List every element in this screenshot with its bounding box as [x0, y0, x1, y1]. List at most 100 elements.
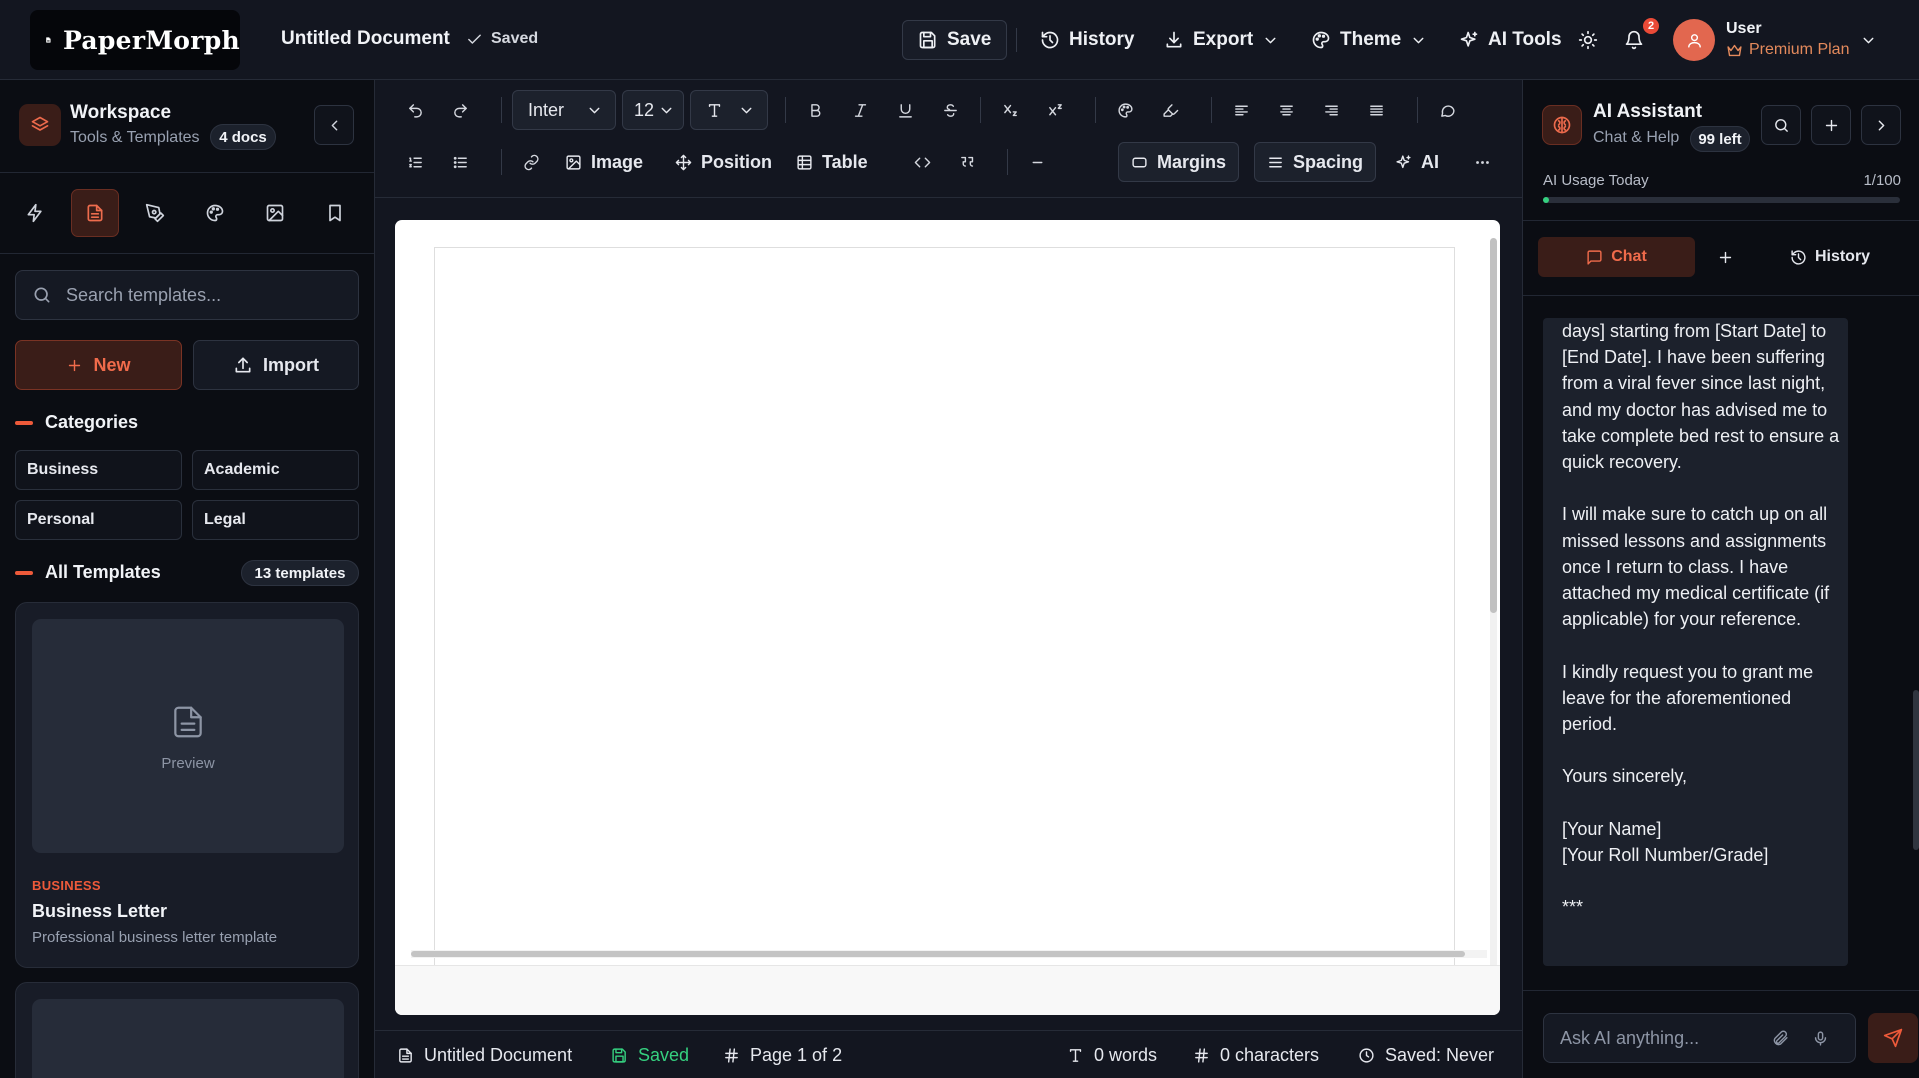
- tab-chat[interactable]: Chat: [1538, 237, 1695, 277]
- text-style-select[interactable]: [690, 90, 768, 130]
- chevron-down-icon: [589, 107, 600, 113]
- insert-table-button[interactable]: Table: [796, 142, 868, 182]
- font-size-select[interactable]: 12: [622, 90, 684, 130]
- superscript-button[interactable]: [1038, 93, 1072, 127]
- align-left-button[interactable]: [1224, 93, 1258, 127]
- subscript-button[interactable]: [993, 93, 1027, 127]
- chat-scrollbar[interactable]: [1913, 690, 1919, 850]
- strikethrough-icon: [943, 103, 957, 117]
- margins-button[interactable]: Margins: [1118, 142, 1240, 182]
- code-button[interactable]: [905, 145, 939, 179]
- avatar[interactable]: [1673, 19, 1715, 61]
- ai-new-chat-button[interactable]: [1811, 105, 1851, 145]
- redo-button[interactable]: [443, 93, 477, 127]
- tab-quick-actions[interactable]: [11, 189, 59, 237]
- tab-templates[interactable]: [71, 189, 119, 237]
- notifications-button[interactable]: [1624, 20, 1644, 60]
- category-academic[interactable]: Academic: [192, 450, 359, 490]
- link-button[interactable]: [514, 145, 548, 179]
- category-business[interactable]: Business: [15, 450, 182, 490]
- tab-styles[interactable]: [131, 189, 179, 237]
- spacing-label: Spacing: [1293, 151, 1364, 172]
- more-horizontal-icon: [1475, 160, 1489, 164]
- search-icon: [1774, 118, 1788, 132]
- position-button[interactable]: Position: [675, 142, 772, 182]
- theme-toggle-button[interactable]: [1578, 20, 1598, 60]
- undo-button[interactable]: [398, 93, 432, 127]
- left-sidebar: Workspace Tools & Templates 4 docs Searc…: [0, 80, 375, 1078]
- ai-search-button[interactable]: [1761, 105, 1801, 145]
- bullet-list-button[interactable]: [443, 145, 477, 179]
- document-title[interactable]: Untitled Document: [281, 28, 450, 50]
- status-characters: 0 characters: [1193, 1045, 1319, 1066]
- user-menu-button[interactable]: [1860, 20, 1877, 60]
- quote-icon: [960, 156, 973, 167]
- tab-images[interactable]: [251, 189, 299, 237]
- image-label: Image: [591, 151, 644, 172]
- horizontal-scrollbar[interactable]: [411, 950, 1487, 958]
- template-title: Business Letter: [32, 901, 168, 921]
- bold-button[interactable]: [798, 93, 832, 127]
- ask-ai-input[interactable]: Ask AI anything...: [1543, 1013, 1856, 1063]
- paperclip-icon[interactable]: [1772, 1030, 1789, 1047]
- import-button[interactable]: Import: [193, 340, 359, 390]
- template-card[interactable]: [15, 982, 359, 1078]
- more-options-button[interactable]: [1465, 145, 1499, 179]
- numbered-list-button[interactable]: [398, 145, 432, 179]
- export-label: Export: [1193, 29, 1254, 50]
- vertical-scrollbar[interactable]: [1490, 238, 1497, 968]
- add-chat-tab-button[interactable]: [1705, 237, 1745, 277]
- document-page[interactable]: [395, 220, 1500, 1015]
- ai-assist-button[interactable]: AI: [1395, 142, 1439, 182]
- send-button[interactable]: [1868, 1013, 1918, 1063]
- justify-button[interactable]: [1359, 93, 1393, 127]
- redo-icon: [453, 103, 467, 118]
- tab-history[interactable]: History: [1755, 237, 1905, 277]
- status-bar: Untitled Document Saved Page 1 of 2 0 wo…: [375, 1030, 1522, 1078]
- category-legal[interactable]: Legal: [192, 500, 359, 540]
- line-spacing-icon: [1269, 157, 1282, 167]
- microphone-icon[interactable]: [1812, 1030, 1829, 1047]
- scroll-thumb[interactable]: [1490, 238, 1497, 613]
- user-plan: Premium Plan: [1726, 41, 1849, 59]
- horizontal-rule-button[interactable]: [1020, 145, 1054, 179]
- align-center-button[interactable]: [1269, 93, 1303, 127]
- quote-button[interactable]: [950, 145, 984, 179]
- spacing-button[interactable]: Spacing: [1254, 142, 1377, 182]
- ai-usage-bar: [1543, 197, 1900, 203]
- align-right-button[interactable]: [1314, 93, 1348, 127]
- comment-button[interactable]: [1430, 93, 1464, 127]
- save-button[interactable]: Save: [902, 20, 1008, 60]
- user-name[interactable]: User: [1726, 20, 1762, 38]
- highlight-button[interactable]: [1153, 93, 1187, 127]
- collapse-ai-panel-button[interactable]: [1861, 105, 1901, 145]
- plus-icon: [1825, 119, 1837, 131]
- status-page-label: Page 1 of 2: [750, 1045, 843, 1065]
- italic-button[interactable]: [843, 93, 877, 127]
- tab-themes[interactable]: [191, 189, 239, 237]
- file-text-icon: [174, 706, 202, 737]
- app-logo[interactable]: PaperMorph: [30, 10, 240, 70]
- status-document: Untitled Document: [397, 1045, 572, 1066]
- ai-tools-button[interactable]: AI Tools: [1459, 20, 1562, 60]
- history-button[interactable]: History: [1040, 20, 1134, 60]
- move-icon: [675, 154, 692, 170]
- tab-bookmarks[interactable]: [311, 189, 359, 237]
- strikethrough-button[interactable]: [933, 93, 967, 127]
- insert-image-button[interactable]: Image: [565, 142, 643, 182]
- divider: [0, 253, 374, 254]
- export-button[interactable]: Export: [1164, 20, 1279, 60]
- theme-button[interactable]: Theme: [1311, 20, 1427, 60]
- collapse-sidebar-button[interactable]: [314, 105, 354, 145]
- chevron-down-icon: [741, 107, 752, 113]
- underline-button[interactable]: [888, 93, 922, 127]
- font-family-select[interactable]: Inter: [512, 90, 616, 130]
- template-card[interactable]: Preview BUSINESS Business Letter Profess…: [15, 602, 359, 968]
- scroll-thumb[interactable]: [411, 951, 1465, 957]
- search-templates-input[interactable]: Search templates...: [15, 270, 359, 320]
- page-content-area[interactable]: [434, 247, 1455, 982]
- new-document-button[interactable]: New: [15, 340, 182, 390]
- bold-icon: [810, 103, 820, 117]
- text-color-button[interactable]: [1108, 93, 1142, 127]
- category-personal[interactable]: Personal: [15, 500, 182, 540]
